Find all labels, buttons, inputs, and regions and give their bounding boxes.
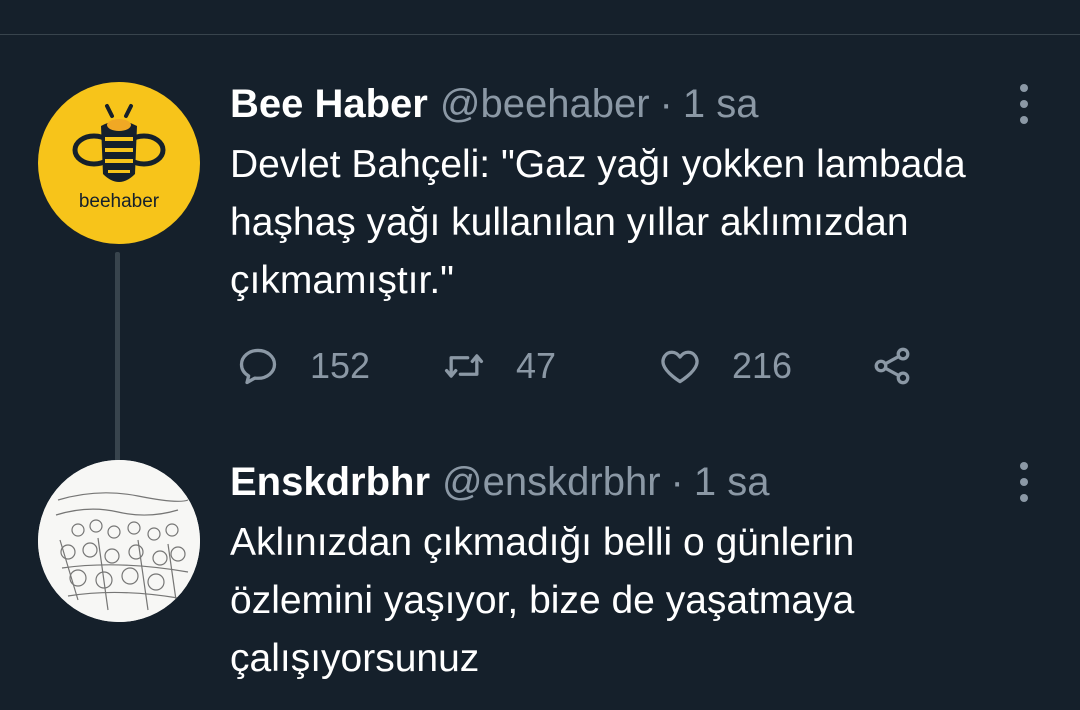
tweet-content: Enskdrbhr @enskdrbhr · 1 sa Aklınızdan ç… [230, 460, 990, 688]
tweet[interactable]: beehaber Bee Haber @beehaber · 1 sa Devl… [0, 82, 1080, 534]
retweet-count: 47 [516, 345, 557, 386]
tweet-content: Bee Haber @beehaber · 1 sa Devlet Bahçel… [230, 82, 990, 310]
share-button[interactable] [870, 344, 914, 388]
heart-icon [661, 350, 699, 384]
share-icon [874, 347, 910, 385]
tweet-header: Bee Haber @beehaber · 1 sa [230, 82, 990, 126]
reply-icon [239, 348, 277, 385]
tweet[interactable]: Enskdrbhr @enskdrbhr · 1 sa Aklınızdan ç… [0, 460, 1080, 700]
retweet-button[interactable]: 47 [442, 344, 556, 388]
timestamp[interactable]: 1 sa [683, 82, 759, 126]
like-button[interactable]: 216 [658, 344, 792, 388]
more-options-icon[interactable] [1018, 462, 1030, 502]
user-handle[interactable]: @beehaber [440, 82, 650, 126]
like-count: 216 [732, 345, 793, 386]
tweet-header: Enskdrbhr @enskdrbhr · 1 sa [230, 460, 990, 504]
avatar[interactable] [38, 460, 200, 622]
tweet-text: Devlet Bahçeli: "Gaz yağı yokken lambada… [230, 143, 966, 302]
bee-logo-icon: beehaber [72, 104, 166, 212]
separator-dot: · [670, 460, 684, 504]
top-divider [0, 34, 1080, 35]
user-handle[interactable]: @enskdrbhr [442, 460, 660, 504]
tweet-text: Aklınızdan çıkmadığı belli o günlerin öz… [230, 521, 855, 680]
sketch-crowd-image [38, 460, 200, 622]
avatar[interactable]: beehaber [38, 82, 200, 244]
reply-count: 152 [310, 345, 371, 386]
display-name[interactable]: Bee Haber [230, 82, 428, 126]
timestamp[interactable]: 1 sa [694, 460, 770, 504]
retweet-icon [444, 354, 484, 378]
display-name[interactable]: Enskdrbhr [230, 460, 430, 504]
separator-dot: · [659, 82, 673, 126]
avatar-brand-text: beehaber [79, 191, 160, 212]
reply-button[interactable]: 152 [236, 344, 370, 388]
more-options-icon[interactable] [1018, 84, 1030, 124]
